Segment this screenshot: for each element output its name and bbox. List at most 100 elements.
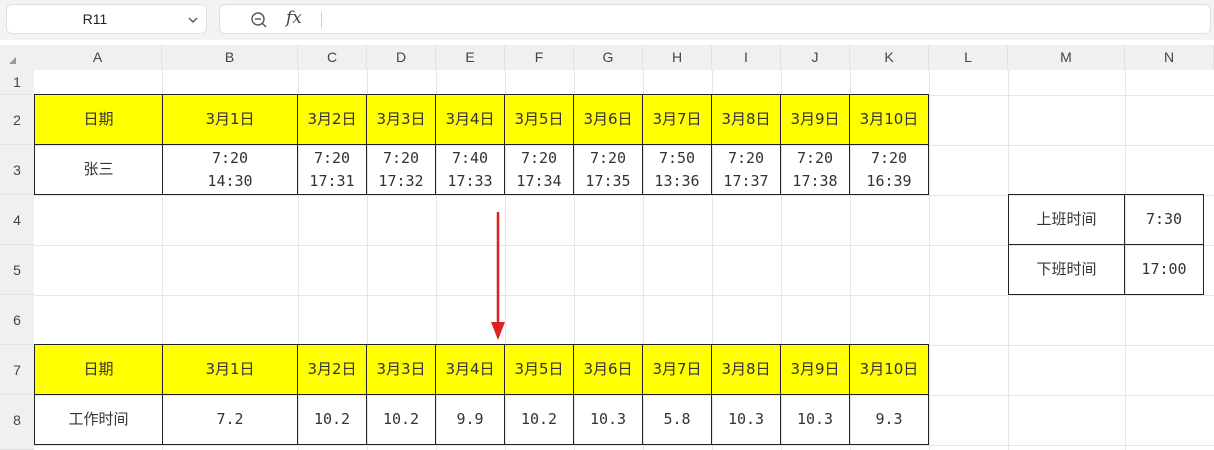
cell-k8[interactable]: 9.3 [850,395,929,445]
cell-time-in: 7:20 [382,148,420,167]
cell-m4[interactable]: 上班时间 [1008,194,1125,245]
row-header-2[interactable]: 2 [0,95,34,145]
column-header-b[interactable]: B [162,45,298,70]
cell-b7[interactable]: 3月1日 [163,344,298,395]
cell-text: 3月6日 [583,360,633,378]
cell-text: 10.2 [313,410,351,428]
fx-icon[interactable]: fx [286,8,302,28]
column-header-n[interactable]: N [1125,45,1214,70]
cell-g2[interactable]: 3月6日 [574,94,643,145]
select-all-corner[interactable] [0,45,34,70]
name-box[interactable]: R11 [6,4,207,34]
column-header-h[interactable]: H [643,45,712,70]
cell-text: 17:00 [1141,260,1187,278]
column-header-j[interactable]: J [781,45,850,70]
cell-g7[interactable]: 3月6日 [574,344,643,395]
cell-f3[interactable]: 7:20 17:34 [505,145,574,195]
cell-text: 3月7日 [652,110,702,128]
cell-c3[interactable]: 7:20 17:31 [298,145,367,195]
cell-f8[interactable]: 10.2 [505,395,574,445]
row-header-1[interactable]: 1 [0,70,34,95]
cell-j8[interactable]: 10.3 [781,395,850,445]
cell-d3[interactable]: 7:20 17:32 [367,145,436,195]
cell-time-in: 7:20 [520,148,558,167]
cell-e2[interactable]: 3月4日 [436,94,505,145]
cell-e3[interactable]: 7:40 17:33 [436,145,505,195]
cell-c7[interactable]: 3月2日 [298,344,367,395]
cell-b3[interactable]: 7:20 14:30 [163,145,298,195]
column-header-i[interactable]: I [712,45,781,70]
row-header-8[interactable]: 8 [0,395,34,450]
cell-c2[interactable]: 3月2日 [298,94,367,145]
cell-j3[interactable]: 7:20 17:38 [781,145,850,195]
cell-d7[interactable]: 3月3日 [367,344,436,395]
cell-j2[interactable]: 3月9日 [781,94,850,145]
cell-g8[interactable]: 10.3 [574,395,643,445]
cell-text: 3月9日 [790,360,840,378]
cell-text: 7:30 [1145,210,1183,228]
cell-time-in: 7:20 [211,148,249,167]
cell-time-in: 7:50 [658,148,696,167]
row-header-4[interactable]: 4 [0,195,34,245]
column-header-g[interactable]: G [574,45,643,70]
cell-k3[interactable]: 7:20 16:39 [850,145,929,195]
cell-b8[interactable]: 7.2 [163,395,298,445]
cell-text: 10.2 [520,410,558,428]
cell-a8[interactable]: 工作时间 [34,395,163,445]
column-header-d[interactable]: D [367,45,436,70]
cell-h8[interactable]: 5.8 [643,395,712,445]
cell-text: 3月3日 [376,110,426,128]
cell-e8[interactable]: 9.9 [436,395,505,445]
cell-d2[interactable]: 3月3日 [367,94,436,145]
cell-g3[interactable]: 7:20 17:35 [574,145,643,195]
cell-text: 10.3 [796,410,834,428]
row-header-7[interactable]: 7 [0,345,34,395]
cell-n5[interactable]: 17:00 [1125,245,1204,295]
zoom-icon[interactable] [250,11,268,29]
cell-text: 3月1日 [205,110,255,128]
cell-text: 3月9日 [790,110,840,128]
column-header-f[interactable]: F [505,45,574,70]
cell-j7[interactable]: 3月9日 [781,344,850,395]
cell-i2[interactable]: 3月8日 [712,94,781,145]
cell-c8[interactable]: 10.2 [298,395,367,445]
cell-text: 3月2日 [307,360,357,378]
column-header-c[interactable]: C [298,45,367,70]
cell-k2[interactable]: 3月10日 [850,94,929,145]
cell-k7[interactable]: 3月10日 [850,344,929,395]
row-header-3[interactable]: 3 [0,145,34,195]
column-header-e[interactable]: E [436,45,505,70]
cell-f2[interactable]: 3月5日 [505,94,574,145]
cell-i3[interactable]: 7:20 17:37 [712,145,781,195]
cell-text: 3月6日 [583,110,633,128]
cell-text: 10.3 [589,410,627,428]
cell-a3[interactable]: 张三 [34,145,163,195]
cell-h2[interactable]: 3月7日 [643,94,712,145]
cell-time-out: 17:31 [309,171,355,190]
cell-f7[interactable]: 3月5日 [505,344,574,395]
cell-h3[interactable]: 7:50 13:36 [643,145,712,195]
cell-m5[interactable]: 下班时间 [1008,245,1125,295]
cell-i7[interactable]: 3月8日 [712,344,781,395]
formula-input[interactable]: fx [219,4,1211,34]
cell-h7[interactable]: 3月7日 [643,344,712,395]
column-header-a[interactable]: A [34,45,162,70]
chevron-down-icon[interactable] [186,13,200,27]
row-header-6[interactable]: 6 [0,295,34,345]
cell-a2[interactable]: 日期 [34,94,163,145]
cell-text: 上班时间 [1036,210,1097,228]
cell-d8[interactable]: 10.2 [367,395,436,445]
column-header-m[interactable]: M [1008,45,1125,70]
cell-b2[interactable]: 3月1日 [163,94,298,145]
column-header-k[interactable]: K [850,45,929,70]
cell-e7[interactable]: 3月4日 [436,344,505,395]
cell-text: 3月4日 [445,110,495,128]
cell-text: 7.2 [216,410,244,428]
divider [321,12,322,28]
row-header-5[interactable]: 5 [0,245,34,295]
cell-a7[interactable]: 日期 [34,344,163,395]
cell-i8[interactable]: 10.3 [712,395,781,445]
column-header-l[interactable]: L [929,45,1008,70]
cell-n4[interactable]: 7:30 [1125,194,1204,245]
cell-text: 3月2日 [307,110,357,128]
